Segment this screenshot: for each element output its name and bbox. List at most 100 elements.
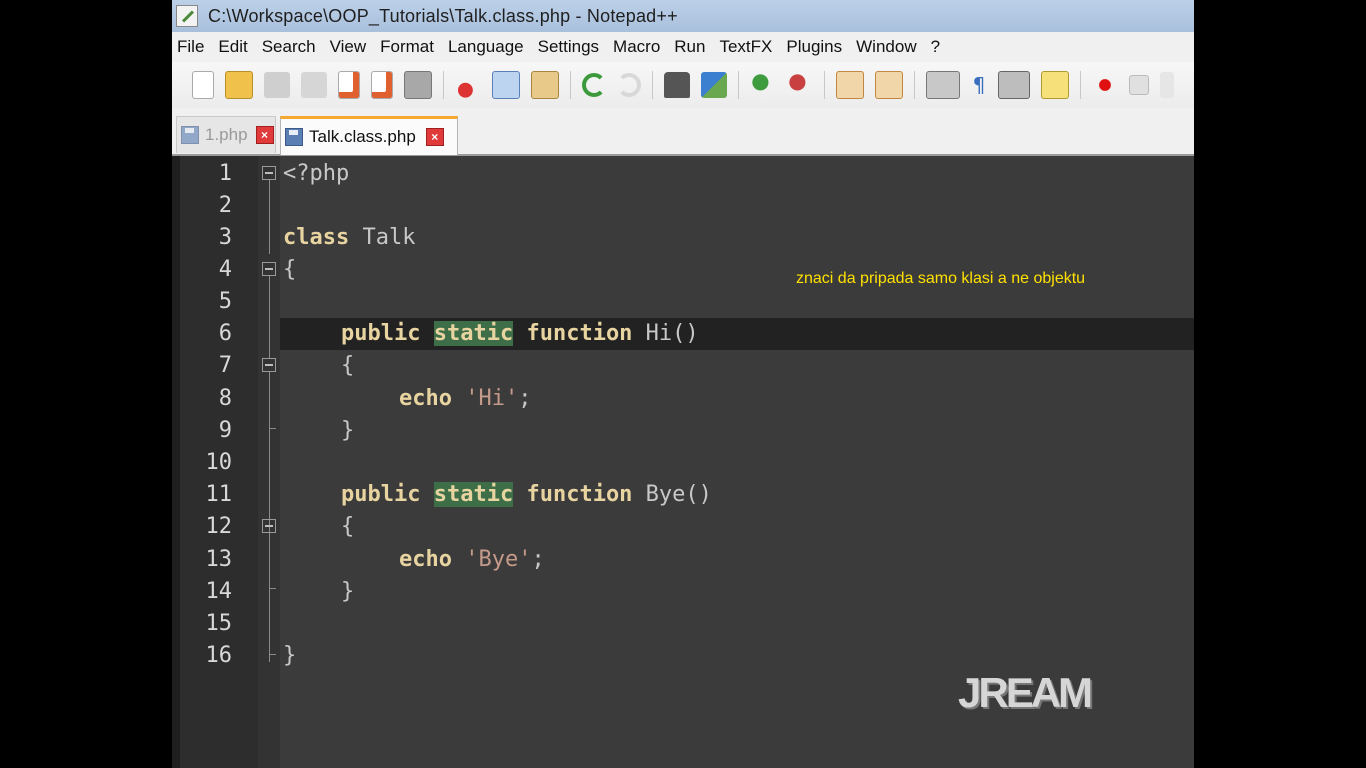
fold-line: [269, 276, 270, 358]
jream-watermark-logo: JREAM: [958, 670, 1110, 716]
print-icon[interactable]: [404, 71, 432, 99]
notepad-window: C:\Workspace\OOP_Tutorials\Talk.class.ph…: [172, 0, 1194, 768]
fold-toggle-icon[interactable]: [262, 262, 276, 276]
line-number: 15: [205, 611, 233, 636]
line-number: 6: [218, 321, 232, 346]
zoom-in-icon[interactable]: [750, 72, 776, 98]
play-macro-icon[interactable]: [1160, 72, 1174, 98]
indent-guide-icon[interactable]: [998, 71, 1030, 99]
replace-icon[interactable]: [701, 72, 727, 98]
save-icon[interactable]: [264, 72, 290, 98]
editor-left-border: [172, 156, 180, 768]
fold-toggle-icon[interactable]: [262, 358, 276, 372]
tab-close-icon[interactable]: ×: [425, 128, 444, 146]
fold-toggle-icon[interactable]: [262, 166, 276, 180]
menu-help[interactable]: ?: [926, 37, 949, 57]
line-number: 14: [205, 579, 233, 604]
menu-bar: File Edit Search View Format Language Se…: [172, 32, 1194, 62]
fold-end: [269, 428, 276, 429]
window-title: C:\Workspace\OOP_Tutorials\Talk.class.ph…: [208, 5, 678, 26]
toolbar-separator: [824, 71, 825, 99]
line-number: 9: [218, 418, 232, 443]
word-wrap-icon[interactable]: [926, 71, 960, 99]
brace-close: }: [341, 418, 355, 443]
toolbar-separator: [738, 71, 739, 99]
code-line-8: echo 'Hi';: [399, 383, 531, 415]
semicolon: ;: [531, 547, 545, 572]
close-icon[interactable]: [338, 71, 360, 99]
zoom-out-icon[interactable]: [787, 72, 813, 98]
toolbar-separator: [914, 71, 915, 99]
menu-macro[interactable]: Macro: [608, 37, 669, 57]
title-bar: C:\Workspace\OOP_Tutorials\Talk.class.ph…: [172, 0, 1194, 32]
paste-icon[interactable]: [531, 71, 559, 99]
toolbar-separator: [652, 71, 653, 99]
class-name: Talk: [349, 225, 416, 250]
menu-textfx[interactable]: TextFX: [714, 37, 781, 57]
open-file-icon[interactable]: [225, 71, 253, 99]
line-number: 10: [205, 450, 233, 475]
menu-window[interactable]: Window: [851, 37, 925, 57]
menu-format[interactable]: Format: [375, 37, 443, 57]
sync-vertical-icon[interactable]: [836, 71, 864, 99]
toolbar-separator: [1080, 71, 1081, 99]
line-number: 4: [218, 257, 232, 282]
keyword-function: function: [526, 482, 633, 507]
php-open-tag: <?php: [283, 161, 350, 186]
string-bye: 'Bye': [465, 547, 532, 572]
code-line-6: public static function Hi(): [341, 318, 699, 350]
line-number: 5: [218, 289, 232, 314]
menu-search[interactable]: Search: [257, 37, 325, 57]
brace-close: }: [283, 643, 297, 668]
code-line-3: class Talk: [283, 222, 415, 254]
code-line-12: {: [341, 511, 354, 543]
user-lang-icon[interactable]: [1041, 71, 1069, 99]
tab-1-php[interactable]: 1.php ×: [176, 116, 276, 153]
watermark-text: JREAM: [958, 669, 1093, 716]
brace-open: {: [341, 353, 355, 378]
file-saved-icon: [181, 126, 199, 144]
keyword-echo: echo: [399, 547, 452, 572]
fold-toggle-icon[interactable]: [262, 519, 276, 533]
record-macro-icon[interactable]: [1092, 72, 1118, 98]
line-number: 11: [205, 482, 233, 507]
brace-open: {: [341, 514, 355, 539]
new-file-icon[interactable]: [192, 71, 214, 99]
menu-view[interactable]: View: [325, 37, 376, 57]
keyword-echo: echo: [399, 386, 452, 411]
line-number: 2: [218, 193, 232, 218]
function-name-bye: Bye(): [632, 482, 712, 507]
undo-icon[interactable]: [582, 73, 606, 97]
keyword-function: function: [526, 321, 633, 346]
copy-icon[interactable]: [492, 71, 520, 99]
menu-settings[interactable]: Settings: [533, 37, 608, 57]
code-line-16: }: [283, 640, 296, 672]
code-line-11: public static function Bye(): [341, 479, 712, 511]
keyword-class: class: [283, 225, 350, 250]
string-hi: 'Hi': [465, 386, 519, 411]
tab-close-icon[interactable]: ×: [255, 126, 274, 144]
redo-icon[interactable]: [617, 73, 641, 97]
toolbar-separator: [443, 71, 444, 99]
menu-language[interactable]: Language: [443, 37, 533, 57]
keyword-static-highlight: static: [433, 482, 514, 507]
save-all-icon[interactable]: [301, 72, 327, 98]
code-line-7: {: [341, 350, 354, 382]
stop-record-icon[interactable]: [1129, 75, 1149, 95]
menu-file[interactable]: File: [172, 37, 213, 57]
close-all-icon[interactable]: [371, 71, 393, 99]
menu-edit[interactable]: Edit: [213, 37, 256, 57]
fold-end: [269, 588, 276, 589]
tab-label: 1.php: [205, 125, 248, 144]
sync-horizontal-icon[interactable]: [875, 71, 903, 99]
cut-icon[interactable]: [455, 72, 481, 98]
code-line-13: echo 'Bye';: [399, 544, 545, 576]
menu-plugins[interactable]: Plugins: [781, 37, 851, 57]
show-all-chars-icon[interactable]: ¶: [971, 72, 987, 98]
line-number: 8: [218, 386, 232, 411]
menu-run[interactable]: Run: [669, 37, 714, 57]
notepad-app-icon: [176, 5, 198, 27]
tab-talk-class-php[interactable]: Talk.class.php ×: [280, 116, 458, 155]
code-line-9: }: [341, 415, 354, 447]
find-icon[interactable]: [664, 72, 690, 98]
